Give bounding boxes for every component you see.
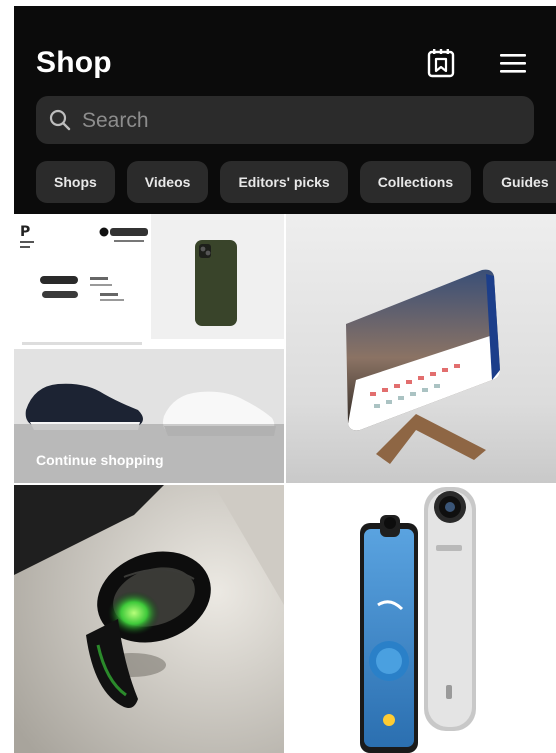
smart-ring-image [14,485,284,753]
continue-shopping-label: Continue shopping [36,452,164,468]
product-collage-image: P [14,214,284,483]
tab-editors-picks[interactable]: Editors' picks [220,161,348,203]
menu-icon[interactable] [496,46,530,80]
product-tile-camera[interactable] [286,485,556,753]
page-title: Shop [36,46,112,79]
tab-guides[interactable]: Guides [483,161,556,203]
tablet-stand-image [346,269,500,464]
search-input[interactable] [80,96,524,146]
search-icon [48,108,72,137]
shop-screen: Shop Search Shops Videos Editors' picks … [14,6,556,753]
product-grid: P Continue shopping [14,214,556,753]
wishlist-icon[interactable] [424,46,458,80]
product-tile-ring[interactable] [14,485,284,753]
svg-text:P: P [20,224,30,240]
product-tile-tablet[interactable] [286,214,556,483]
tab-videos[interactable]: Videos [126,161,209,203]
search-bar[interactable] [36,96,534,146]
shop-header: Shop Search Shops Videos Editors' picks … [14,6,556,214]
camera-phone-image [360,487,476,753]
category-tabs: Shops Videos Editors' picks Collections … [36,161,556,203]
tab-shops[interactable]: Shops [36,161,115,203]
tab-collections[interactable]: Collections [359,161,472,203]
continue-shopping-tile[interactable]: P Continue shopping [14,214,284,483]
